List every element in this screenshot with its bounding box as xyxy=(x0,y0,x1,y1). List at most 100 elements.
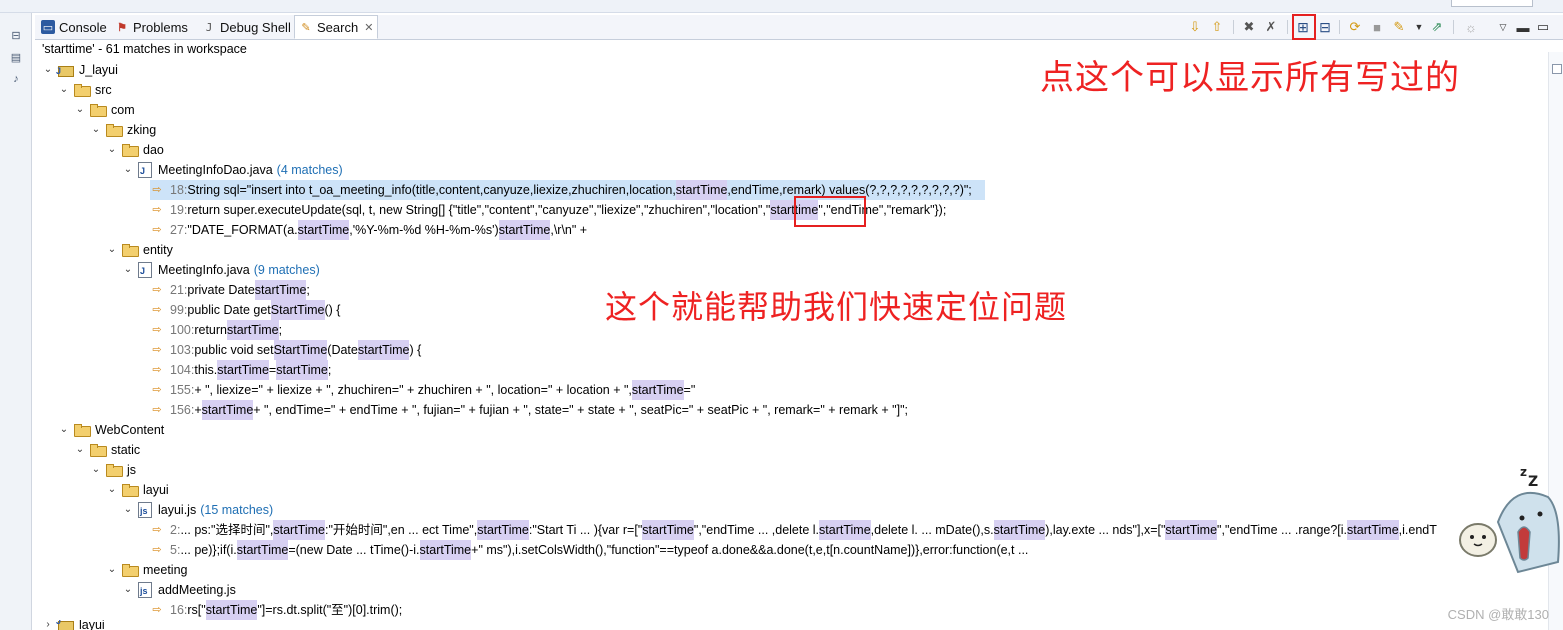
match-arrow-icon: ⇨ xyxy=(152,204,162,216)
tree-node-folder[interactable]: ⌄ src xyxy=(58,80,112,100)
match-line[interactable]: ⇨ 16: rs[" startTime "]=rs.dt.split("至")… xyxy=(150,600,402,620)
node-label: js xyxy=(127,463,137,477)
chevron-down-icon[interactable]: ⌄ xyxy=(106,564,118,576)
match-line[interactable]: ⇨ 5: ... pe)};if(i. startTime =(new Date… xyxy=(150,540,1028,560)
match-line[interactable]: ⇨ 103: public void set StartTime (Date s… xyxy=(150,340,421,360)
maximize-icon[interactable]: ▭ xyxy=(1535,19,1551,35)
match-text: ; xyxy=(278,323,283,337)
match-highlight: StartTime xyxy=(273,340,328,360)
chevron-right-icon[interactable]: › xyxy=(42,620,54,630)
tab-search[interactable]: ✎ Search ✕ xyxy=(294,15,379,39)
match-arrow-icon: ⇨ xyxy=(152,604,162,616)
match-line[interactable]: ⇨ 2: ... ps:"选择时间", startTime :"开始时间",en… xyxy=(150,520,1456,540)
chevron-down-icon[interactable]: ⌄ xyxy=(106,244,118,256)
search-history-icon[interactable]: ✎ xyxy=(1391,19,1407,35)
tab-debug-shell[interactable]: J Debug Shell xyxy=(198,16,295,38)
match-count: (15 matches) xyxy=(200,503,274,517)
match-text: :"开始时间",en ... ect Time", xyxy=(324,523,478,537)
tree-node-folder[interactable]: ⌄ js xyxy=(90,460,136,480)
java-project-icon xyxy=(56,620,74,630)
match-arrow-icon: ⇨ xyxy=(152,404,162,416)
collapse-all-icon[interactable]: ⊟ xyxy=(1317,19,1333,35)
chevron-down-icon[interactable]: ⌄ xyxy=(90,464,102,476)
tree-node-folder[interactable]: ⌄ entity xyxy=(106,240,173,260)
search-icon: ✎ xyxy=(301,21,311,34)
match-text: String sql="insert into t_oa_meeting_inf… xyxy=(187,183,676,197)
match-line[interactable]: ⇨ 27: "DATE_FORMAT(a. startTime ,'%Y-%m-… xyxy=(150,220,587,240)
chevron-down-icon[interactable]: ⌄ xyxy=(106,144,118,156)
match-line[interactable]: ⇨ 104: this. startTime = startTime ; xyxy=(150,360,331,380)
tree-node-project[interactable]: ⌄ J_layui xyxy=(42,60,118,81)
match-text: = xyxy=(268,363,277,377)
match-text: public Date get xyxy=(187,303,271,317)
pin-view-icon[interactable]: ⇗ xyxy=(1429,19,1445,35)
view-menu-icon[interactable]: ▽ xyxy=(1495,19,1511,35)
tree-node-project[interactable]: › layui xyxy=(42,620,105,630)
remove-match-icon[interactable]: ✖ xyxy=(1241,19,1257,35)
previous-match-icon[interactable]: ⇧ xyxy=(1209,19,1225,35)
tree-node-folder[interactable]: ⌄ WebContent xyxy=(58,420,164,440)
chevron-down-icon[interactable]: ⌄ xyxy=(58,424,70,436)
quick-access-field[interactable] xyxy=(1451,0,1533,7)
tree-node-file[interactable]: ⌄ MeetingInfoDao.java (4 matches) xyxy=(122,160,343,181)
match-text: ; xyxy=(306,283,310,297)
toolbar-separator xyxy=(1233,20,1234,34)
tree-node-file[interactable]: ⌄ MeetingInfo.java (9 matches) xyxy=(122,260,320,281)
chevron-down-icon[interactable]: ⌄ xyxy=(122,504,134,516)
show-as-icon[interactable]: ☼ xyxy=(1463,19,1479,35)
match-text: +" ms"),i.setColsWidth(),"function"==typ… xyxy=(471,543,1029,557)
chevron-down-icon[interactable]: ⌄ xyxy=(106,484,118,496)
line-number: 18: xyxy=(170,183,188,197)
line-number: 5: xyxy=(170,543,181,557)
tree-node-folder[interactable]: ⌄ zking xyxy=(90,120,156,140)
problems-icon: ⚑ xyxy=(117,21,127,34)
chevron-down-icon[interactable]: ⌄ xyxy=(74,104,86,116)
remove-all-matches-icon[interactable]: ✗ xyxy=(1263,19,1279,35)
node-label: WebContent xyxy=(95,423,165,437)
js-file-icon xyxy=(138,581,152,601)
match-line[interactable]: ⇨ 156: + startTime + ", endTime=" + endT… xyxy=(150,400,908,420)
tree-node-folder[interactable]: ⌄ static xyxy=(74,440,140,460)
close-icon[interactable]: ✕ xyxy=(364,21,373,34)
tree-node-folder[interactable]: ⌄ com xyxy=(74,100,135,120)
chevron-down-icon[interactable]: ⌄ xyxy=(42,64,54,76)
starttime-highlight-box xyxy=(794,196,866,227)
tree-node-file[interactable]: ⌄ layui.js (15 matches) xyxy=(122,500,274,521)
tree-node-folder[interactable]: ⌄ layui xyxy=(106,480,169,500)
match-line[interactable]: ⇨ 21: private Date startTime ; xyxy=(150,280,310,300)
chevron-down-icon[interactable]: ⌄ xyxy=(58,84,70,96)
match-line[interactable]: ⇨ 100: return startTime ; xyxy=(150,320,282,340)
line-number: 103: xyxy=(170,343,195,357)
tree-node-folder[interactable]: ⌄ meeting xyxy=(106,560,187,580)
chevron-down-icon[interactable]: ⌄ xyxy=(122,584,134,596)
match-line[interactable]: ⇨ 99: public Date get StartTime () { xyxy=(150,300,340,320)
match-text: :"Start Ti ... ){var r=[" xyxy=(528,523,643,537)
next-match-icon[interactable]: ⇩ xyxy=(1187,19,1203,35)
minimize-icon[interactable]: ▬ xyxy=(1515,19,1531,35)
search-view-toolbar: ⇩ ⇧ ✖ ✗ ⊞ ⊟ ⟳ ■ ✎ ▼ ⇗ ☼ ▽ ▬ ▭ xyxy=(1183,16,1553,38)
match-text: ; xyxy=(327,363,332,377)
match-arrow-icon: ⇨ xyxy=(152,224,162,236)
scroll-thumb[interactable] xyxy=(1552,64,1562,74)
chevron-down-icon[interactable]: ⌄ xyxy=(122,264,134,276)
match-line[interactable]: ⇨ 155: + ", liexize=" + liexize + ", zhu… xyxy=(150,380,695,400)
chevron-down-icon[interactable]: ▼ xyxy=(1411,19,1427,35)
chevron-down-icon[interactable]: ⌄ xyxy=(90,124,102,136)
chevron-down-icon[interactable]: ⌄ xyxy=(74,444,86,456)
match-highlight: startTime xyxy=(297,220,350,240)
cancel-search-icon[interactable]: ■ xyxy=(1369,19,1385,35)
tree-node-folder[interactable]: ⌄ dao xyxy=(106,140,164,160)
tab-console[interactable]: ▭ Console xyxy=(37,16,111,38)
line-number: 16: xyxy=(170,603,188,617)
refresh-icon[interactable]: ⟳ xyxy=(1347,19,1363,35)
node-label: addMeeting.js xyxy=(158,583,236,597)
match-highlight: startTime xyxy=(631,380,684,400)
match-arrow-icon: ⇨ xyxy=(152,384,162,396)
match-text: (Date xyxy=(327,343,358,357)
chevron-down-icon[interactable]: ⌄ xyxy=(122,164,134,176)
restore-icon[interactable]: ⊟ xyxy=(8,27,24,43)
match-highlight: startTime xyxy=(276,360,328,380)
match-arrow-icon: ⇨ xyxy=(152,184,162,196)
tab-problems[interactable]: ⚑ Problems xyxy=(111,16,192,38)
tree-node-file[interactable]: ⌄ addMeeting.js xyxy=(122,580,236,601)
